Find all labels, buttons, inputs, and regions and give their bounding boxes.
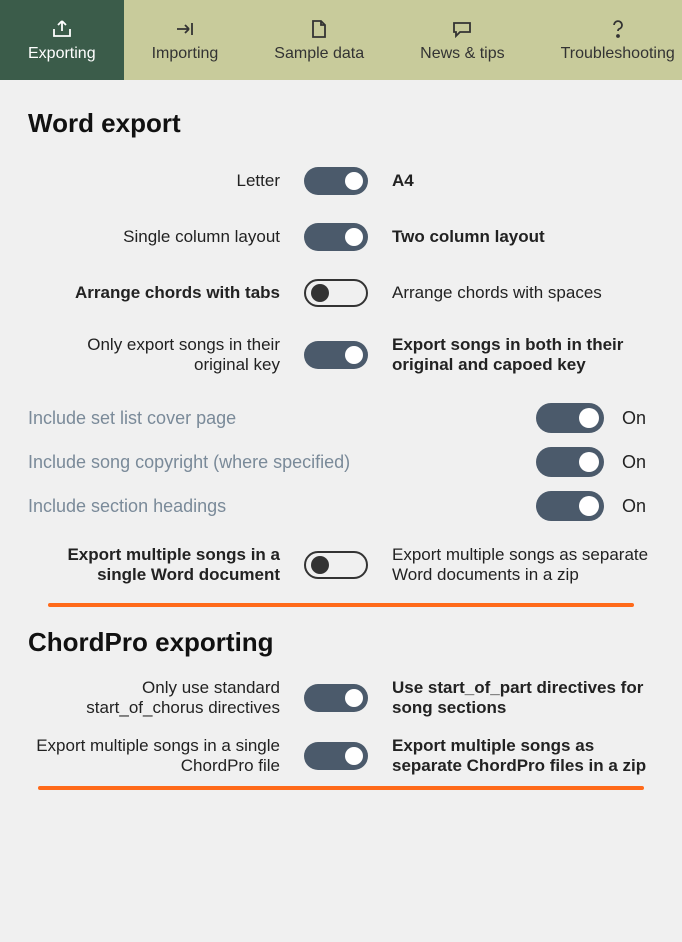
toggle-chord-arrangement[interactable] <box>304 279 368 307</box>
option-left: Only use standard start_of_chorus direct… <box>28 678 296 718</box>
option-left: Export multiple songs in a single Word d… <box>28 545 296 585</box>
setting-export-key: Only export songs in their original key … <box>28 335 654 375</box>
toggle-cover-page[interactable] <box>536 403 604 433</box>
option-left: Single column layout <box>28 227 296 247</box>
option-right: A4 <box>376 171 654 191</box>
option-left: Only export songs in their original key <box>28 335 296 375</box>
section-divider <box>38 786 644 790</box>
setting-label: Include song copyright (where specified) <box>28 452 536 473</box>
tab-news-tips[interactable]: News & tips <box>392 0 532 80</box>
setting-page-size: Letter A4 <box>28 167 654 195</box>
toggle-section-headings[interactable] <box>536 491 604 521</box>
chat-icon <box>451 17 473 41</box>
tab-bar: Exporting Importing Sample data News & t… <box>0 0 682 80</box>
tab-sample-data[interactable]: Sample data <box>246 0 392 80</box>
export-icon <box>51 17 73 41</box>
option-left: Letter <box>28 171 296 191</box>
tab-label: Exporting <box>28 45 96 63</box>
option-right: Arrange chords with spaces <box>376 283 654 303</box>
toggle-state: On <box>604 496 654 517</box>
option-left: Export multiple songs in a single ChordP… <box>28 736 296 776</box>
option-right: Export multiple songs as separate Word d… <box>376 545 654 585</box>
settings-content: Word export Letter A4 Single column layo… <box>0 80 682 810</box>
tab-exporting[interactable]: Exporting <box>0 0 124 80</box>
tab-label: Troubleshooting <box>561 45 675 63</box>
tab-importing[interactable]: Importing <box>124 0 247 80</box>
section-title-chordpro: ChordPro exporting <box>28 627 654 658</box>
toggle-page-size[interactable] <box>304 167 368 195</box>
document-icon <box>310 17 328 41</box>
toggle-multi-word[interactable] <box>304 551 368 579</box>
option-right: Export songs in both in their original a… <box>376 335 654 375</box>
setting-column-layout: Single column layout Two column layout <box>28 223 654 251</box>
setting-copyright: Include song copyright (where specified)… <box>28 447 654 477</box>
setting-multi-chordpro: Export multiple songs in a single ChordP… <box>28 736 654 776</box>
option-right: Export multiple songs as separate ChordP… <box>376 736 654 776</box>
toggle-chordpro-directives[interactable] <box>304 684 368 712</box>
section-divider <box>48 603 634 607</box>
setting-section-headings: Include section headings On <box>28 491 654 521</box>
setting-cover-page: Include set list cover page On <box>28 403 654 433</box>
toggle-state: On <box>604 452 654 473</box>
toggle-export-key[interactable] <box>304 341 368 369</box>
toggle-column-layout[interactable] <box>304 223 368 251</box>
tab-label: Importing <box>152 45 219 63</box>
question-icon <box>610 17 626 41</box>
toggle-multi-chordpro[interactable] <box>304 742 368 770</box>
tab-label: News & tips <box>420 45 504 63</box>
toggle-state: On <box>604 408 654 429</box>
section-title-word-export: Word export <box>28 108 654 139</box>
setting-multi-word: Export multiple songs in a single Word d… <box>28 545 654 585</box>
tab-label: Sample data <box>274 45 364 63</box>
setting-label: Include section headings <box>28 496 536 517</box>
setting-label: Include set list cover page <box>28 408 536 429</box>
setting-chord-arrangement: Arrange chords with tabs Arrange chords … <box>28 279 654 307</box>
option-left: Arrange chords with tabs <box>28 283 296 303</box>
setting-chordpro-directives: Only use standard start_of_chorus direct… <box>28 678 654 718</box>
option-right: Two column layout <box>376 227 654 247</box>
import-icon <box>174 17 196 41</box>
option-right: Use start_of_part directives for song se… <box>376 678 654 718</box>
toggle-copyright[interactable] <box>536 447 604 477</box>
tab-troubleshooting[interactable]: Troubleshooting <box>533 0 682 80</box>
